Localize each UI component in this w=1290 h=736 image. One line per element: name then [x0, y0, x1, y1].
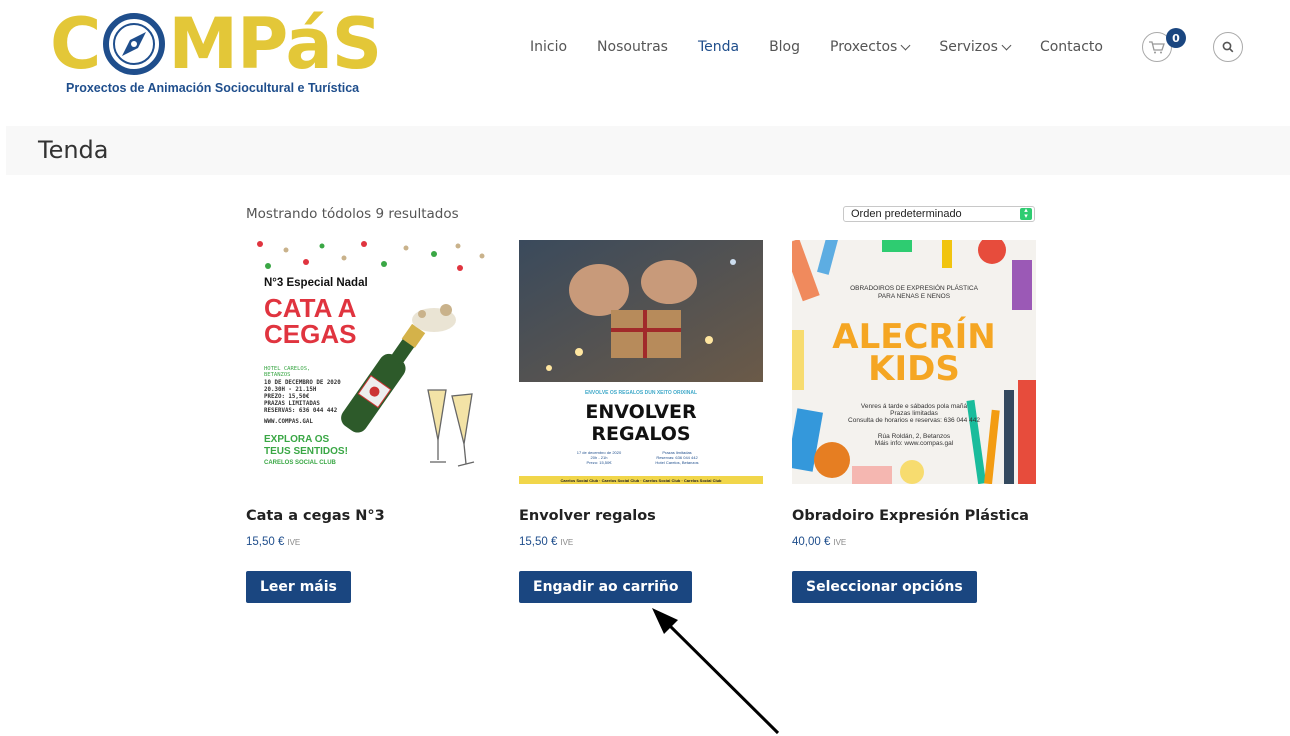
- annotation-arrow: [652, 608, 780, 735]
